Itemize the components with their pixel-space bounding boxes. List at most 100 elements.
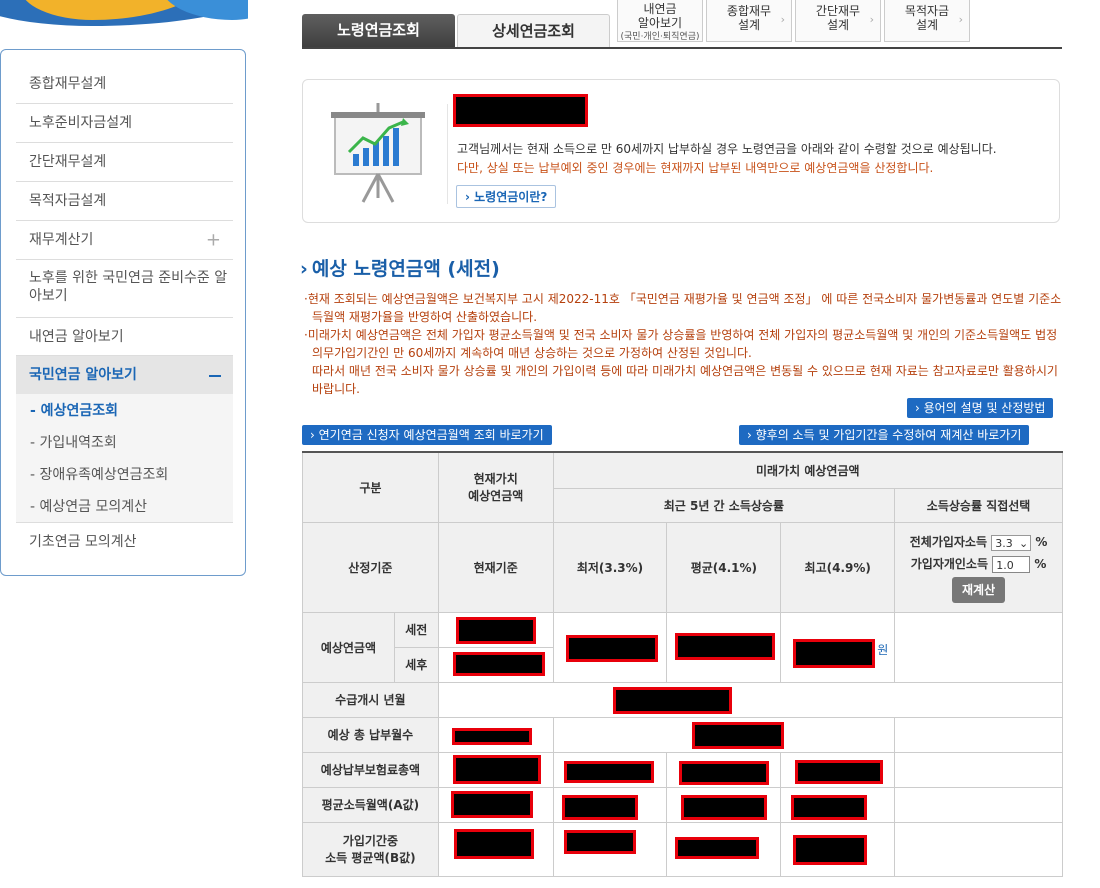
minus-icon[interactable] bbox=[209, 375, 221, 377]
cell-empty bbox=[894, 786, 1063, 823]
tab-underline bbox=[302, 47, 1062, 49]
sidebar-item-comprehensive[interactable]: 종합재무설계 bbox=[16, 65, 233, 104]
deferred-pension-link-button[interactable]: › 연기연금 신청자 예상연금월액 조회 바로가기 bbox=[302, 425, 552, 445]
redacted-value bbox=[565, 634, 658, 662]
row-start-date: 수급개시 년월 bbox=[302, 681, 439, 718]
tab-label: 설계 bbox=[826, 18, 850, 32]
sidebar-item-national-pension[interactable]: 국민연금 알아보기 bbox=[16, 356, 233, 394]
sidebar-item-label: 노후준비자금설계 bbox=[29, 115, 133, 131]
header-category: 구분 bbox=[302, 451, 439, 523]
redacted-customer-name bbox=[453, 94, 588, 127]
note-line: 따라서 매년 전국 소비자 물가 상승률 및 개인의 가입이력 등에 따라 미래… bbox=[312, 364, 1058, 396]
all-income-value: 3.3 bbox=[995, 536, 1013, 550]
cell-direct-inputs: 전체가입자소득 3.3 ⌄ % 가입자개인소득 1.0 % 재계산 bbox=[894, 521, 1063, 613]
sidebar-item-retirement-fund[interactable]: 노후준비자금설계 bbox=[16, 104, 233, 143]
cell-empty bbox=[894, 611, 1063, 683]
redacted-value bbox=[679, 760, 770, 785]
submenu-simulation[interactable]: - 예상연금 모의계산 bbox=[30, 496, 147, 516]
sidebar-item-label: 간단재무설계 bbox=[29, 154, 107, 170]
sidebar-item-purpose-fund[interactable]: 목적자금설계 bbox=[16, 182, 233, 221]
submenu-disability-survivor[interactable]: - 장애유족예상연금조회 bbox=[30, 464, 168, 484]
personal-income-label: 가입자개인소득 bbox=[910, 557, 989, 571]
sidebar-item-label: 목적자금설계 bbox=[29, 193, 107, 209]
cell-pension-high: 원 bbox=[780, 611, 896, 683]
redacted-value bbox=[675, 836, 760, 859]
intro-divider bbox=[447, 104, 448, 204]
chevron-down-icon: ⌄ bbox=[1018, 536, 1029, 550]
cell-a-avg bbox=[666, 786, 782, 823]
cell-pension-low bbox=[552, 611, 668, 683]
submenu-expected-pension[interactable]: - 예상연금조회 bbox=[30, 400, 118, 420]
row-post-tax: 세후 bbox=[393, 646, 439, 683]
personal-income-input[interactable]: 1.0 bbox=[992, 556, 1031, 573]
row-total-months: 예상 총 납부월수 bbox=[302, 716, 439, 753]
redacted-value bbox=[691, 721, 784, 749]
terms-explanation-button[interactable]: › 용어의 설명 및 산정방법 bbox=[907, 398, 1054, 418]
sidebar-item-pension-readiness[interactable]: 노후를 위한 국민연금 준비수준 알아보기 bbox=[16, 260, 233, 318]
header-label: 현재가치 bbox=[473, 472, 518, 487]
header-recent-growth: 최근 5년 간 소득상승률 bbox=[552, 487, 896, 523]
tab-old-age-pension[interactable]: 노령연금조회 bbox=[302, 14, 455, 47]
sidebar-item-label: 종합재무설계 bbox=[29, 76, 107, 92]
notes: ·현재 조회되는 예상연금월액은 보건복지부 고시 제2022-11호 「국민연… bbox=[304, 290, 1064, 398]
redacted-value bbox=[791, 794, 868, 820]
cell-low: 최저(3.3%) bbox=[552, 521, 668, 613]
tab-detailed-pension[interactable]: 상세연금조회 bbox=[457, 14, 610, 47]
plus-icon[interactable]: + bbox=[206, 221, 221, 260]
site-logo-graphic bbox=[0, 0, 248, 28]
row-period-income-b: 가입기간중 소득 평균액(B값) bbox=[302, 821, 439, 877]
cell-empty bbox=[894, 716, 1063, 753]
sidebar-item-label: 기초연금 모의계산 bbox=[29, 534, 137, 550]
cell-a-low bbox=[552, 786, 668, 823]
cell-post-tax-current bbox=[437, 646, 554, 683]
tab-purpose-fund[interactable]: 목적자금 설계 › bbox=[884, 0, 970, 42]
sidebar-item-my-pension[interactable]: 내연금 알아보기 bbox=[16, 318, 233, 356]
redacted-value bbox=[795, 759, 884, 784]
cell-b-low bbox=[552, 821, 668, 877]
cell-b-avg bbox=[666, 821, 782, 877]
header-label: 예상연금액 bbox=[468, 489, 524, 504]
submenu-subscription-history[interactable]: - 가입내역조회 bbox=[30, 432, 117, 452]
all-income-select[interactable]: 3.3 ⌄ bbox=[991, 534, 1032, 551]
tab-label: 내연금 bbox=[643, 2, 677, 16]
sidebar-item-calculator[interactable]: 재무계산기 + bbox=[16, 221, 233, 260]
tab-my-pension[interactable]: 내연금 알아보기 (국민·개인·퇴직연금) bbox=[617, 0, 703, 42]
percent-sign: % bbox=[1034, 557, 1047, 571]
redacted-value bbox=[452, 754, 541, 784]
tab-comprehensive-plan[interactable]: 종합재무 설계 › bbox=[706, 0, 792, 42]
section-title: › 예상 노령연금액 (세전) bbox=[300, 254, 500, 281]
section-title-text: 예상 노령연금액 (세전) bbox=[311, 258, 500, 280]
redacted-value bbox=[793, 834, 868, 865]
row-total-premium: 예상납부보험료총액 bbox=[302, 751, 439, 788]
tab-simple-plan[interactable]: 간단재무 설계 › bbox=[795, 0, 881, 42]
tab-label: 종합재무 bbox=[726, 4, 772, 18]
recalculate-link-button[interactable]: › 향후의 소득 및 가입기간을 수정하여 재계산 바로가기 bbox=[739, 425, 1030, 445]
redacted-value bbox=[453, 828, 534, 859]
cell-avg: 평균(4.1%) bbox=[666, 521, 782, 613]
cell-months-current bbox=[437, 716, 554, 753]
tab-label: 알아보기 bbox=[637, 16, 683, 30]
redacted-value bbox=[681, 794, 768, 820]
sidebar-item-label: 내연금 알아보기 bbox=[29, 329, 124, 345]
row-basis: 산정기준 bbox=[302, 521, 439, 613]
sidebar-item-basic-pension[interactable]: 기초연금 모의계산 bbox=[16, 522, 233, 560]
presentation-chart-icon bbox=[331, 103, 425, 203]
intro-text: 고객님께서는 현재 소득으로 만 60세까지 납부하실 경우 노령연금을 아래와… bbox=[457, 142, 997, 156]
cell-premium-low bbox=[552, 751, 668, 788]
redacted-value bbox=[455, 616, 536, 644]
redacted-value bbox=[452, 651, 545, 676]
percent-sign: % bbox=[1035, 535, 1048, 549]
what-is-old-age-pension-button[interactable]: › 노령연금이란? bbox=[456, 185, 557, 208]
cell-b-high bbox=[780, 821, 896, 877]
intro-panel: 고객님께서는 현재 소득으로 만 60세까지 납부하실 경우 노령연금을 아래와… bbox=[302, 79, 1060, 223]
row-label: 가입기간중 bbox=[342, 834, 398, 848]
cell-premium-high bbox=[780, 751, 896, 788]
redacted-value bbox=[563, 829, 636, 854]
pension-result-table: 구분 현재가치 예상연금액 미래가치 예상연금액 최근 5년 간 소득상승률 소득… bbox=[302, 451, 1064, 877]
sidebar-item-simple-plan[interactable]: 간단재무설계 bbox=[16, 143, 233, 182]
cell-pre-tax-current bbox=[437, 611, 554, 648]
header-future-value: 미래가치 예상연금액 bbox=[552, 451, 1064, 489]
row-pre-tax: 세전 bbox=[393, 611, 439, 648]
row-avg-income-a: 평균소득월액(A값) bbox=[302, 786, 439, 823]
recalculate-button[interactable]: 재계산 bbox=[952, 577, 1006, 603]
